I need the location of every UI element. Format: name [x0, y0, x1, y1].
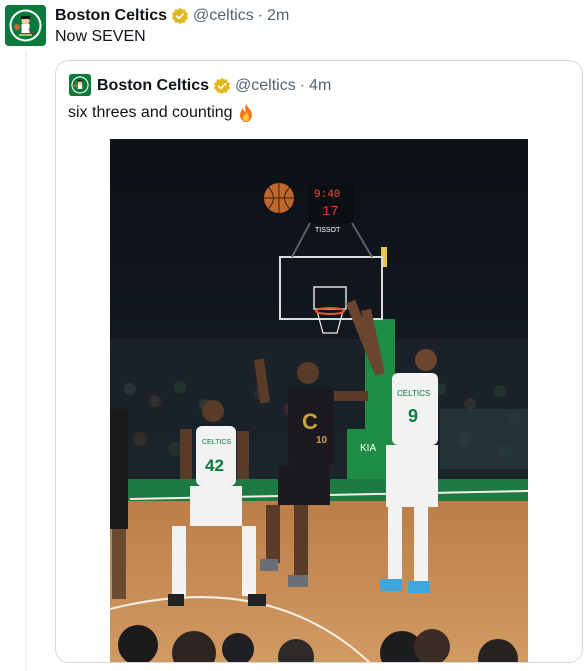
tweet-timestamp[interactable]: 2m [267, 7, 289, 25]
celtics-logo-icon [5, 5, 46, 46]
quoted-tweet-timestamp: 4m [309, 76, 332, 94]
svg-text:KIA: KIA [360, 443, 376, 454]
tweet-header: Boston Celtics @celtics · 2m [55, 5, 289, 27]
svg-text:10: 10 [316, 435, 328, 446]
quoted-author-handle: @celtics [235, 76, 296, 94]
verified-gold-badge-icon [213, 77, 231, 95]
author-handle[interactable]: @celtics [193, 7, 254, 25]
celtics-logo-icon [69, 74, 91, 96]
thread-line [25, 50, 27, 671]
svg-text:9: 9 [408, 406, 418, 426]
quoted-author-name: Boston Celtics [97, 76, 210, 94]
svg-text:C: C [302, 409, 318, 434]
separator-dot: · [257, 7, 264, 24]
quoted-tweet-text: six threes and counting [68, 103, 255, 123]
basketball-game-photo: KIA 9:40 17 TISSOT CELTICS 42 C 10 CELTI… [110, 139, 528, 662]
tweet[interactable]: Boston Celtics @celtics · 2m Now SEVEN B… [0, 0, 587, 671]
fire-icon [237, 103, 255, 123]
quoted-tweet-text-content: six threes and counting [68, 104, 233, 121]
svg-text:CELTICS: CELTICS [397, 389, 430, 398]
svg-text:42: 42 [205, 456, 224, 475]
quoted-author-avatar [69, 74, 91, 96]
quoted-tweet[interactable]: Boston Celtics @celtics · 4m six threes … [55, 60, 583, 663]
author-avatar[interactable] [5, 5, 46, 46]
separator-dot: · [299, 76, 306, 94]
svg-text:TISSOT: TISSOT [315, 227, 341, 234]
author-name[interactable]: Boston Celtics [55, 7, 167, 25]
quoted-tweet-photo[interactable]: KIA 9:40 17 TISSOT CELTICS 42 C 10 CELTI… [110, 139, 528, 662]
svg-text:CELTICS: CELTICS [202, 439, 231, 446]
tweet-text: Now SEVEN [55, 28, 146, 45]
svg-text:9:40: 9:40 [314, 189, 340, 201]
verified-gold-badge-icon[interactable] [171, 7, 189, 25]
svg-text:17: 17 [322, 204, 339, 220]
quoted-tweet-header: Boston Celtics @celtics · 4m [97, 75, 331, 96]
